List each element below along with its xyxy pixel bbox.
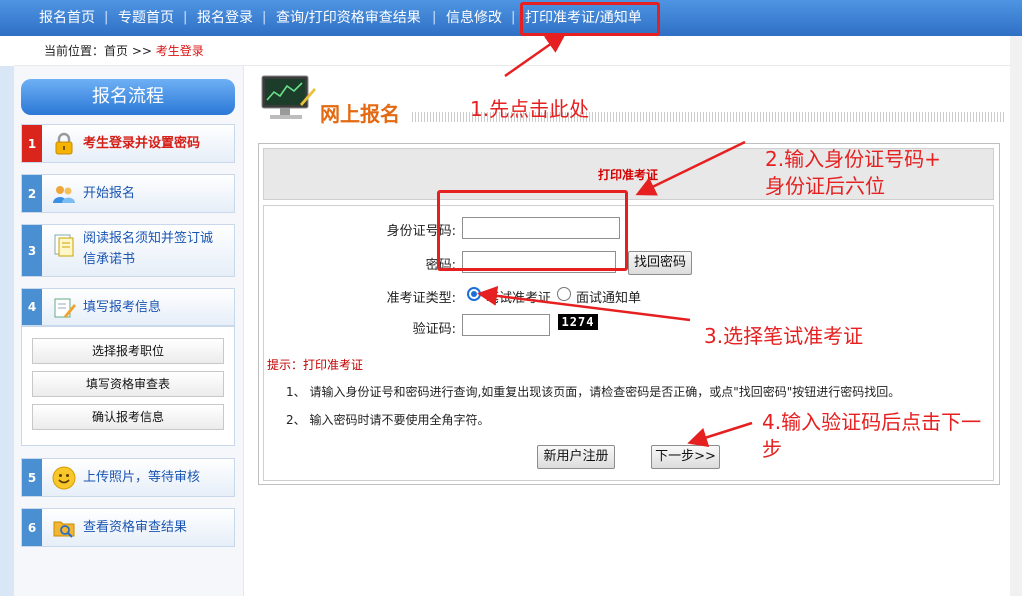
- step-label: 上传照片，等待审核: [83, 470, 201, 485]
- breadcrumb-home[interactable]: 首页: [104, 44, 128, 58]
- step-number: 6: [22, 509, 42, 546]
- annotation-highlight-nav: [520, 2, 660, 36]
- nav-apply-login[interactable]: 报名登录: [197, 0, 253, 36]
- sidebar-title: 报名流程: [21, 79, 235, 115]
- right-border: [1010, 36, 1022, 596]
- step-number: 4: [22, 289, 42, 325]
- recover-password-button[interactable]: 找回密码: [628, 251, 692, 275]
- step-number: 5: [22, 459, 42, 496]
- sidebar-step-read-notice[interactable]: 3 阅读报名须知并签订诚 信承诺书: [21, 224, 235, 277]
- fill-review-form-button[interactable]: 填写资格审查表: [32, 371, 224, 397]
- admission-type-label: 准考证类型:: [386, 291, 456, 306]
- select-position-button[interactable]: 选择报考职位: [32, 338, 224, 364]
- note-2: 2、 输入密码时请不要使用全角字符。: [286, 413, 490, 427]
- annotation-step4-line2: 步: [762, 437, 782, 461]
- breadcrumb-current: 考生登录: [155, 44, 204, 58]
- captcha-label: 验证码:: [412, 322, 456, 337]
- new-user-register-button[interactable]: 新用户注册: [537, 445, 615, 469]
- confirm-info-button[interactable]: 确认报考信息: [32, 404, 224, 430]
- sidebar-step-login[interactable]: 1 考生登录并设置密码: [21, 124, 235, 163]
- captcha-input[interactable]: [462, 314, 550, 336]
- tip-label: 提示：打印准考证: [267, 358, 364, 372]
- nav-separator: |: [432, 10, 437, 25]
- annotation-step4-line1: 4.输入验证码后点击下一: [762, 410, 982, 434]
- step-number: 2: [22, 175, 42, 212]
- written-exam-radio[interactable]: [467, 287, 481, 301]
- document-icon: [54, 234, 74, 257]
- sidebar-step-fill-info[interactable]: 4 填写报考信息: [21, 288, 235, 326]
- breadcrumb-arrow: >>: [131, 44, 152, 58]
- note-1: 1、 请输入身份证号和密码进行查询,如重复出现该页面，请检查密码是否正确，或点"…: [286, 385, 901, 399]
- form-body: [263, 205, 994, 481]
- sidebar-step-view-result[interactable]: 6 查看资格审查结果: [21, 508, 235, 547]
- nav-topic-home[interactable]: 专题首页: [118, 0, 174, 36]
- step-label: 查看资格审查结果: [83, 520, 188, 535]
- step-label: 填写报考信息: [83, 300, 162, 315]
- smiley-icon: [52, 466, 76, 490]
- captcha-image[interactable]: 1274: [558, 314, 598, 330]
- next-step-button[interactable]: 下一步>>: [651, 445, 720, 469]
- monitor-chart-icon: [261, 75, 316, 119]
- nav-separator: |: [183, 10, 188, 25]
- annotation-highlight-credentials: [437, 190, 628, 271]
- folder-icon: [53, 521, 75, 538]
- step-number: 3: [22, 225, 42, 276]
- step-number: 1: [22, 125, 42, 162]
- edit-icon: [54, 298, 76, 318]
- nav-separator: |: [104, 10, 109, 25]
- step-label: 开始报名: [83, 186, 136, 201]
- interview-notice-radio[interactable]: [557, 287, 571, 301]
- breadcrumb-prefix: 当前位置：: [44, 44, 105, 58]
- nav-separator: |: [262, 10, 267, 25]
- annotation-step1: 1.先点击此处: [470, 97, 590, 121]
- step-label-line2: 信承诺书: [83, 252, 136, 267]
- nav-query-review[interactable]: 查询/打印资格审查结果: [276, 0, 421, 36]
- top-navigation: 报名首页 | 专题首页 | 报名登录 | 查询/打印资格审查结果 | 信息修改 …: [0, 0, 1022, 36]
- form-title: 打印准考证: [598, 168, 659, 182]
- annotation-step2-line1: 2.输入身份证号码+: [765, 147, 941, 171]
- written-exam-option[interactable]: 笔试准考证: [486, 287, 551, 306]
- annotation-step2-line2: 身份证后六位: [765, 174, 885, 198]
- interview-notice-option[interactable]: 面试通知单: [576, 287, 641, 306]
- nav-info-edit[interactable]: 信息修改: [446, 0, 502, 36]
- nav-apply-home[interactable]: 报名首页: [39, 0, 95, 36]
- nav-separator: |: [511, 10, 516, 25]
- sidebar-step-upload-photo[interactable]: 5 上传照片，等待审核: [21, 458, 235, 497]
- step-label: 考生登录并设置密码: [83, 136, 201, 151]
- breadcrumb: 当前位置：首页 >> 考生登录: [14, 36, 1018, 66]
- page-title: 网上报名: [320, 102, 400, 126]
- annotation-step3: 3.选择笔试准考证: [704, 324, 864, 348]
- lock-icon: [55, 132, 73, 155]
- left-border: [0, 66, 14, 596]
- users-icon: [53, 186, 75, 203]
- step-label-line1: 阅读报名须知并签订诚: [83, 231, 214, 246]
- sidebar-step-start[interactable]: 2 开始报名: [21, 174, 235, 213]
